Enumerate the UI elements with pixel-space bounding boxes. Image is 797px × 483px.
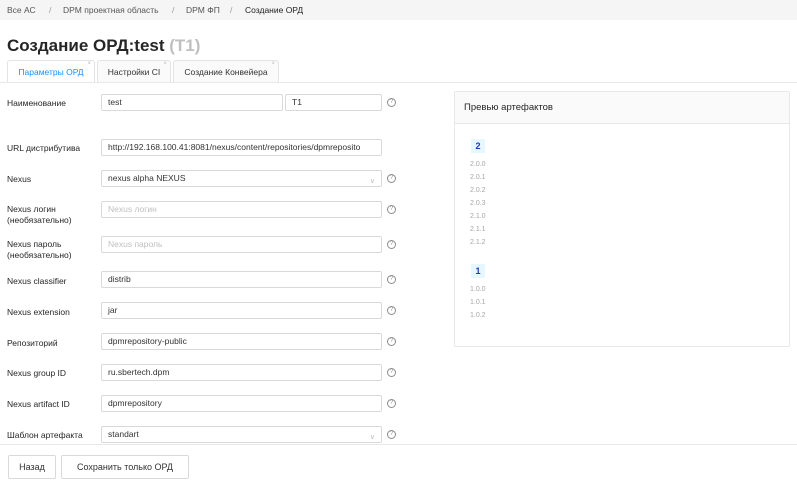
version-item: 2.1.1 (470, 226, 486, 233)
version-item: 2.1.0 (470, 213, 486, 220)
template-label: Шаблон артефакта (7, 430, 83, 440)
classifier-label: Nexus classifier (7, 276, 67, 286)
artifact-preview-panel: Превью артефактов 2 2.0.0 2.0.1 2.0.2 2.… (454, 91, 790, 347)
version-item: 2.0.0 (470, 161, 486, 168)
tab-ord-params[interactable]: Параметры ОРД × (7, 60, 95, 83)
artifact-preview-title: Превью артефактов (464, 102, 553, 113)
version-group-badge: 2 (471, 139, 485, 153)
code-input[interactable]: T1 (285, 94, 382, 111)
tab-label: Настройки CI (107, 66, 161, 77)
tabs-divider (0, 82, 797, 83)
url-input[interactable]: http://192.168.100.41:8081/nexus/content… (101, 139, 382, 156)
version-item: 2.0.1 (470, 174, 486, 181)
extension-label: Nexus extension (7, 307, 70, 317)
question-circle-icon[interactable]: ? (387, 240, 396, 249)
question-circle-icon[interactable]: ? (387, 430, 396, 439)
template-select-value: standart (108, 429, 139, 439)
footer-divider (0, 444, 797, 445)
login-label-line2: (необязательно) (7, 215, 72, 225)
question-circle-icon[interactable]: ? (387, 98, 396, 107)
page-title-main: Создание ОРД:test (7, 36, 165, 55)
close-icon[interactable]: × (163, 61, 167, 67)
breadcrumb-separator: / (230, 5, 233, 15)
version-group-badge: 1 (471, 264, 485, 278)
version-item: 1.0.2 (470, 312, 486, 319)
name-input[interactable]: test (101, 94, 283, 111)
close-icon[interactable]: × (87, 61, 91, 67)
login-label-line1: Nexus логин (7, 204, 56, 214)
question-circle-icon[interactable]: ? (387, 306, 396, 315)
page-title-code: (T1) (169, 36, 201, 55)
save-ord-only-button[interactable]: Сохранить только ОРД (61, 455, 189, 479)
repo-label: Репозиторий (7, 338, 58, 348)
breadcrumb-item-current: Создание ОРД (245, 5, 304, 15)
repo-input[interactable]: dpmrepository-public (101, 333, 382, 350)
tab-pipeline-create[interactable]: Создание Конвейера × (173, 60, 279, 82)
question-circle-icon[interactable]: ? (387, 337, 396, 346)
question-circle-icon[interactable]: ? (387, 275, 396, 284)
tab-ci-settings[interactable]: Настройки CI × (97, 60, 171, 82)
tab-label: Параметры ОРД (18, 67, 84, 77)
back-button[interactable]: Назад (8, 455, 56, 479)
login-label: Nexus логин (необязательно) (7, 204, 72, 226)
password-label: Nexus пароль (необязательно) (7, 239, 72, 261)
question-circle-icon[interactable]: ? (387, 174, 396, 183)
nexus-label: Nexus (7, 174, 32, 184)
chevron-down-icon: ∨ (369, 178, 375, 185)
question-circle-icon[interactable]: ? (387, 205, 396, 214)
breadcrumb-item-all-as[interactable]: Все АС (7, 5, 36, 15)
password-input[interactable]: Nexus пароль (101, 236, 382, 253)
classifier-input[interactable]: distrib (101, 271, 382, 288)
breadcrumb-item-project-area[interactable]: DPM проектная область (63, 5, 159, 15)
page-title: Создание ОРД:test (T1) (7, 36, 200, 56)
name-label: Наименование (7, 98, 66, 108)
extension-input[interactable]: jar (101, 302, 382, 319)
breadcrumb-item-fp[interactable]: DPM ФП (186, 5, 220, 15)
close-icon[interactable]: × (271, 61, 275, 67)
question-circle-icon[interactable]: ? (387, 368, 396, 377)
login-input[interactable]: Nexus логин (101, 201, 382, 218)
version-item: 2.1.2 (470, 239, 486, 246)
version-item: 1.0.0 (470, 286, 486, 293)
version-item: 1.0.1 (470, 299, 486, 306)
password-label-line2: (необязательно) (7, 250, 72, 260)
artifact-id-input[interactable]: dpmrepository (101, 395, 382, 412)
version-item: 2.0.3 (470, 200, 486, 207)
group-id-input[interactable]: ru.sbertech.dpm (101, 364, 382, 381)
artifact-id-label: Nexus artifact ID (7, 399, 70, 409)
nexus-select-value: nexus alpha NEXUS (108, 173, 186, 183)
group-id-label: Nexus group ID (7, 368, 67, 378)
template-select[interactable]: standart ∨ (101, 426, 382, 443)
chevron-down-icon: ∨ (369, 434, 375, 441)
version-item: 2.0.2 (470, 187, 486, 194)
nexus-select[interactable]: nexus alpha NEXUS ∨ (101, 170, 382, 187)
tab-label: Создание Конвейера (184, 66, 268, 77)
artifact-preview-header: Превью артефактов (455, 92, 789, 124)
breadcrumb-separator: / (172, 5, 175, 15)
url-label: URL дистрибутива (7, 143, 81, 153)
question-circle-icon[interactable]: ? (387, 399, 396, 408)
password-label-line1: Nexus пароль (7, 239, 62, 249)
breadcrumb: Все АС / DPM проектная область / DPM ФП … (0, 0, 797, 20)
breadcrumb-separator: / (49, 5, 52, 15)
